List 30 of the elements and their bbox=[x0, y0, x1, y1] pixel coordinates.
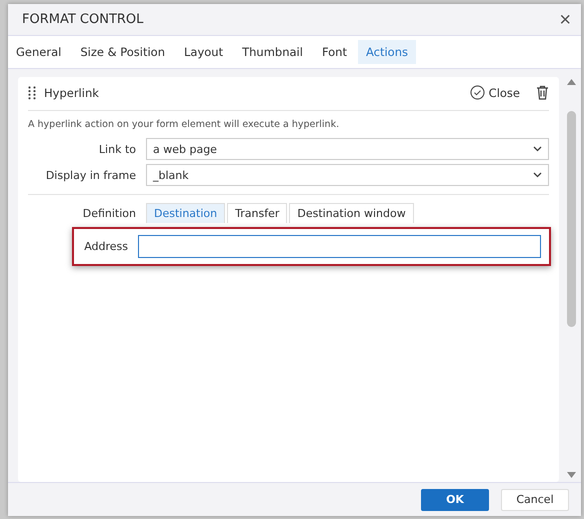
field-label: Address bbox=[84, 240, 128, 253]
chevron-down-icon bbox=[533, 172, 542, 178]
window-title: FORMAT CONTROL bbox=[22, 12, 144, 27]
address-field[interactable] bbox=[138, 235, 541, 258]
dropdown[interactable]: _blank bbox=[146, 164, 549, 186]
scroll-down-icon[interactable] bbox=[566, 472, 576, 478]
tab[interactable]: Actions bbox=[358, 40, 416, 64]
tab[interactable]: Destination bbox=[146, 203, 226, 223]
check-circle-icon bbox=[470, 85, 485, 100]
close-button[interactable]: × bbox=[559, 10, 571, 30]
cancel-button[interactable]: Cancel bbox=[501, 488, 569, 510]
tab[interactable]: Thumbnail bbox=[234, 40, 311, 64]
field-label: Link to bbox=[98, 142, 136, 156]
dropdown[interactable]: a web page bbox=[146, 138, 549, 160]
scroll-up-icon[interactable] bbox=[566, 79, 576, 85]
description-text: A hyperlink action on your form element will execute a hyperlink. bbox=[28, 119, 340, 130]
tab[interactable]: Destination window bbox=[289, 203, 414, 223]
chevron-down-icon bbox=[533, 146, 542, 152]
field-label: Definition bbox=[82, 206, 136, 220]
action-title: Hyperlink bbox=[44, 86, 100, 100]
drag-handle-icon[interactable] bbox=[28, 86, 36, 100]
close-action-button[interactable]: Close bbox=[470, 85, 520, 100]
tab[interactable]: Transfer bbox=[227, 203, 288, 223]
ok-button[interactable]: OK bbox=[421, 488, 489, 510]
field-label: Display in frame bbox=[44, 168, 136, 182]
trash-icon[interactable] bbox=[536, 85, 549, 100]
tab[interactable]: Font bbox=[314, 40, 355, 64]
tab[interactable]: Size & Position bbox=[72, 40, 173, 64]
tab[interactable]: General bbox=[8, 40, 70, 64]
tab[interactable]: Layout bbox=[176, 40, 232, 64]
